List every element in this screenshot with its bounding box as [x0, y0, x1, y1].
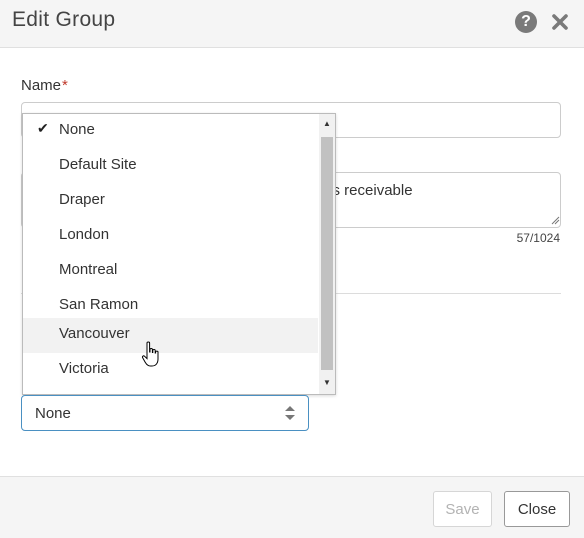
option-label: Montreal	[59, 261, 118, 278]
option-label: Vancouver	[59, 325, 130, 342]
select-value: None	[35, 405, 71, 422]
dropdown-option[interactable]: Victoria	[23, 353, 318, 388]
name-label: Name*	[21, 77, 68, 94]
dialog-title: Edit Group	[12, 8, 116, 31]
scroll-up-arrow-icon[interactable]: ▲	[319, 114, 335, 136]
dropdown-option-hovered[interactable]: Vancouver	[23, 318, 318, 353]
resize-grip-icon[interactable]	[551, 216, 560, 225]
save-button[interactable]: Save	[433, 491, 492, 527]
site-dropdown-list[interactable]: ✔ None Default Site Draper London Montre…	[22, 113, 336, 395]
dropdown-option[interactable]: ✔ None	[23, 114, 318, 149]
option-label: Draper	[59, 191, 105, 208]
checkmark-icon: ✔	[37, 120, 49, 136]
select-arrows-icon	[285, 406, 295, 420]
dropdown-option[interactable]: Default Site	[23, 149, 318, 184]
hand-pointer-cursor-icon	[141, 341, 159, 367]
option-label: Victoria	[59, 360, 109, 377]
option-label: San Ramon	[59, 296, 139, 313]
option-label: London	[59, 226, 110, 243]
dialog-header: Edit Group ?	[0, 0, 584, 48]
dropdown-option[interactable]: Montreal	[23, 254, 318, 289]
dropdown-scrollbar[interactable]: ▲ ▼	[319, 114, 335, 394]
dialog-footer	[0, 476, 584, 538]
scroll-thumb[interactable]	[321, 137, 333, 370]
help-icon[interactable]: ?	[515, 11, 537, 33]
scroll-down-arrow-icon[interactable]: ▼	[319, 372, 335, 394]
site-select[interactable]: None	[21, 395, 309, 431]
close-button[interactable]: Close	[504, 491, 570, 527]
name-label-text: Name	[21, 77, 62, 94]
close-icon[interactable]	[550, 12, 570, 32]
option-label: None	[59, 121, 95, 138]
required-mark: *	[62, 77, 68, 94]
char-count: 57/1024	[516, 231, 560, 245]
dropdown-option[interactable]: Draper	[23, 184, 318, 219]
dropdown-option[interactable]: London	[23, 219, 318, 254]
option-label: Default Site	[59, 156, 137, 173]
